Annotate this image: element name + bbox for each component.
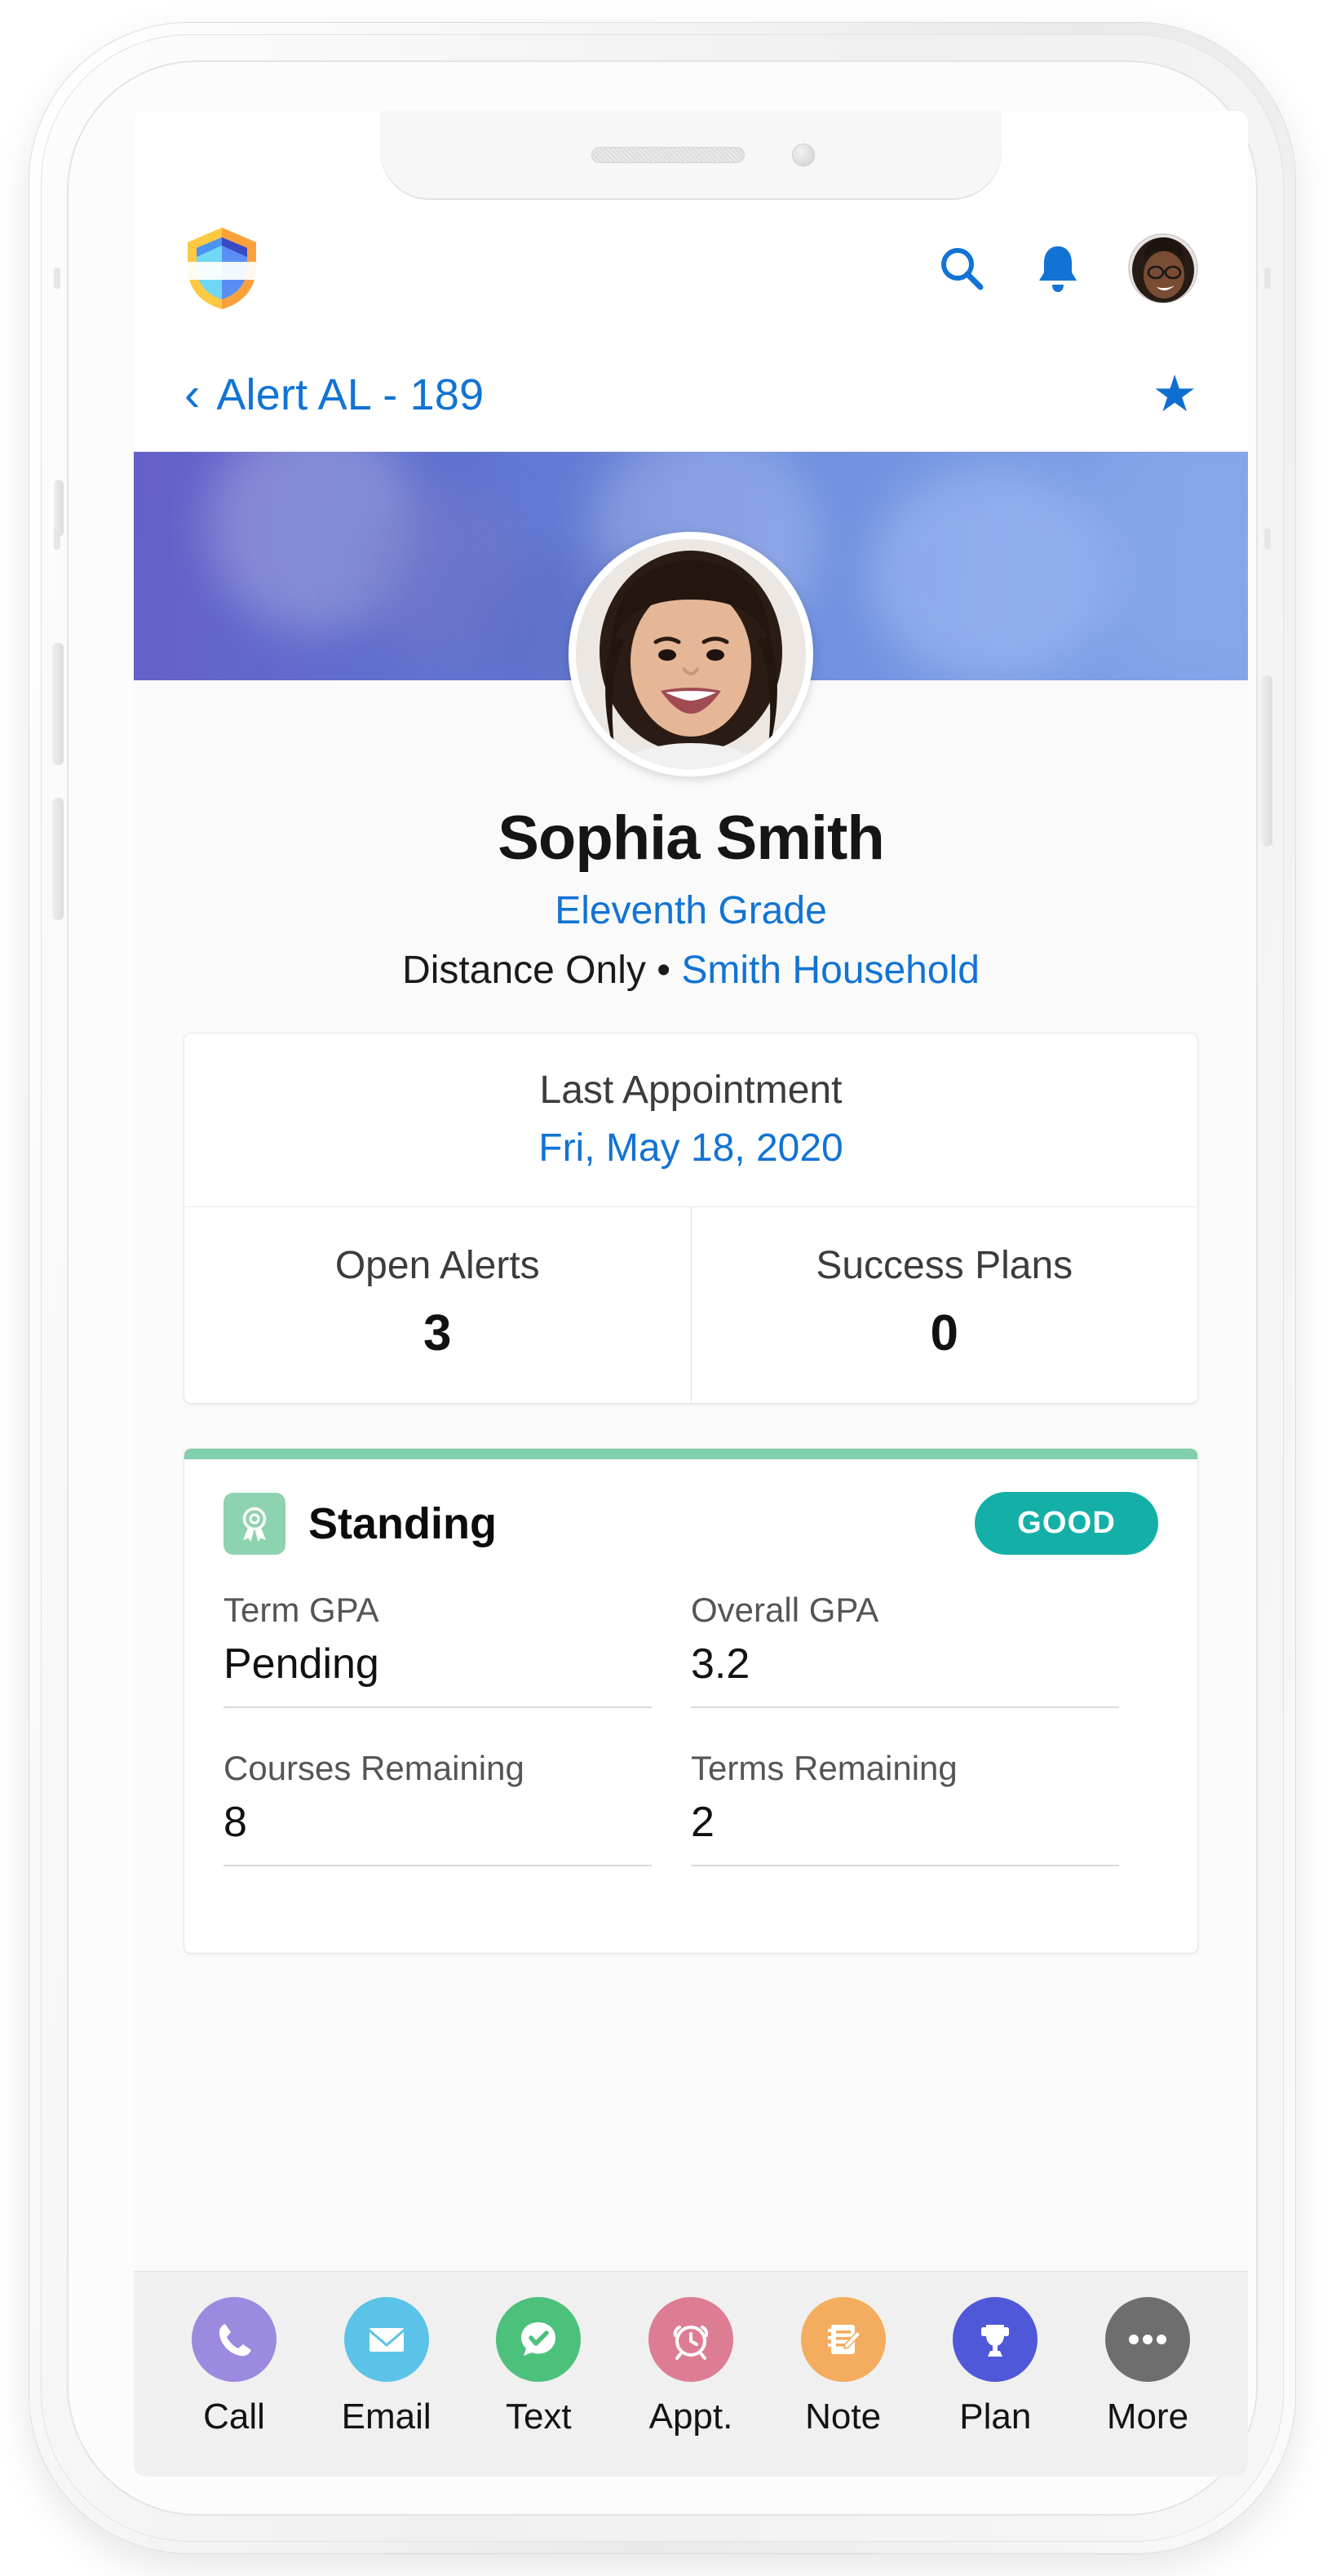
- action-call[interactable]: Call: [165, 2296, 303, 2437]
- field-overall-gpa: Overall GPA 3.2: [691, 1591, 1158, 1708]
- phone-device-frame: ‹ Alert AL - 189 ★ Sophia Smith Eleventh…: [29, 23, 1295, 2553]
- field-label: Overall GPA: [691, 1591, 879, 1629]
- record-nav-bar: ‹ Alert AL - 189 ★: [134, 338, 1248, 452]
- profile-subline: Distance Only • Smith Household: [134, 948, 1248, 993]
- field-term-gpa: Term GPA Pending: [223, 1591, 691, 1708]
- envelope-icon: [343, 2296, 429, 2382]
- action-label: Call: [203, 2396, 265, 2437]
- action-text[interactable]: Text: [469, 2296, 608, 2437]
- last-appointment-value[interactable]: Fri, May 18, 2020: [184, 1126, 1197, 1171]
- device-button-volume-down[interactable]: [52, 798, 64, 920]
- stat-value: 0: [930, 1305, 958, 1361]
- field-terms-remaining: Terms Remaining 2: [691, 1749, 1158, 1866]
- field-label: Term GPA: [223, 1591, 379, 1629]
- modality-text: Distance Only: [402, 949, 646, 992]
- device-antenna-line: [1264, 529, 1271, 550]
- field-value: 2: [691, 1798, 1119, 1866]
- action-appointment[interactable]: Appt.: [622, 2296, 760, 2437]
- search-icon[interactable]: [936, 243, 987, 294]
- phone-screen: ‹ Alert AL - 189 ★ Sophia Smith Eleventh…: [134, 111, 1248, 2476]
- device-antenna-line: [54, 529, 60, 550]
- field-label: Courses Remaining: [223, 1749, 524, 1787]
- standing-title: Standing: [308, 1498, 497, 1548]
- device-antenna-line: [1264, 268, 1271, 289]
- stats-row: Open Alerts 3 Success Plans 0: [184, 1207, 1197, 1403]
- stats-card: Last Appointment Fri, May 18, 2020 Open …: [184, 1033, 1197, 1403]
- user-avatar[interactable]: [1129, 234, 1197, 303]
- subline-separator: •: [657, 949, 671, 992]
- ellipsis-icon: [1104, 2296, 1190, 2382]
- grade-link[interactable]: Eleventh Grade: [134, 888, 1248, 933]
- action-note[interactable]: Note: [774, 2296, 913, 2437]
- phone-icon: [192, 2296, 277, 2382]
- front-camera: [792, 144, 815, 166]
- action-label: Text: [505, 2396, 572, 2437]
- standing-header: Standing GOOD: [184, 1459, 1197, 1563]
- app-header: [134, 199, 1248, 338]
- award-ribbon-icon: [223, 1492, 285, 1555]
- header-actions: [936, 234, 1197, 303]
- chevron-left-icon: ‹: [184, 367, 201, 421]
- device-notch: [380, 111, 1002, 199]
- action-label: Plan: [959, 2396, 1032, 2437]
- status-badge[interactable]: GOOD: [975, 1492, 1158, 1555]
- device-button-volume-up[interactable]: [52, 643, 64, 765]
- last-appointment-section: Last Appointment Fri, May 18, 2020: [184, 1033, 1197, 1207]
- stat-success-plans[interactable]: Success Plans 0: [690, 1207, 1198, 1403]
- alarm-clock-icon: [648, 2296, 733, 2382]
- standing-accent-bar: [184, 1449, 1197, 1459]
- device-button-power[interactable]: [1261, 675, 1272, 847]
- stat-value: 3: [423, 1305, 452, 1361]
- action-email[interactable]: Email: [317, 2296, 456, 2437]
- stat-open-alerts[interactable]: Open Alerts 3: [184, 1207, 691, 1403]
- trophy-icon: [953, 2296, 1038, 2382]
- action-label: Email: [341, 2396, 431, 2437]
- field-courses-remaining: Courses Remaining 8: [223, 1749, 691, 1866]
- star-filled-icon[interactable]: ★: [1152, 369, 1197, 420]
- screenshot-root: ‹ Alert AL - 189 ★ Sophia Smith Eleventh…: [0, 0, 1323, 2576]
- profile-body: Sophia Smith Eleventh Grade Distance Onl…: [134, 532, 1248, 2476]
- back-button[interactable]: ‹ Alert AL - 189: [184, 370, 484, 420]
- action-plan[interactable]: Plan: [926, 2296, 1064, 2437]
- action-label: More: [1106, 2396, 1189, 2437]
- household-link[interactable]: Smith Household: [681, 949, 980, 992]
- standing-fields: Term GPA Pending Overall GPA 3.2 Courses…: [184, 1563, 1197, 1953]
- page-title: Sophia Smith: [498, 803, 885, 873]
- stat-label: Open Alerts: [334, 1244, 540, 1287]
- action-more[interactable]: More: [1078, 2296, 1217, 2437]
- action-label: Note: [805, 2396, 882, 2437]
- field-label: Terms Remaining: [691, 1749, 958, 1787]
- quick-action-bar: Call Email Text Appt. Note Plan More: [134, 2271, 1248, 2476]
- field-value: 8: [223, 1798, 652, 1866]
- device-antenna-line: [54, 268, 60, 289]
- shield-logo[interactable]: [184, 226, 259, 311]
- earpiece-speaker: [591, 147, 745, 163]
- note-edit-icon: [800, 2296, 886, 2382]
- action-label: Appt.: [648, 2396, 733, 2437]
- chat-check-icon: [496, 2296, 582, 2382]
- student-avatar[interactable]: [569, 532, 813, 777]
- stat-label: Success Plans: [816, 1244, 1073, 1287]
- last-appointment-label: Last Appointment: [539, 1069, 843, 1112]
- field-value: 3.2: [691, 1640, 1119, 1708]
- standing-card: Standing GOOD Term GPA Pending Overall G…: [184, 1449, 1197, 1953]
- breadcrumb-title: Alert AL - 189: [216, 370, 485, 419]
- field-value: Pending: [223, 1640, 652, 1708]
- notifications-bell-icon[interactable]: [1034, 243, 1082, 294]
